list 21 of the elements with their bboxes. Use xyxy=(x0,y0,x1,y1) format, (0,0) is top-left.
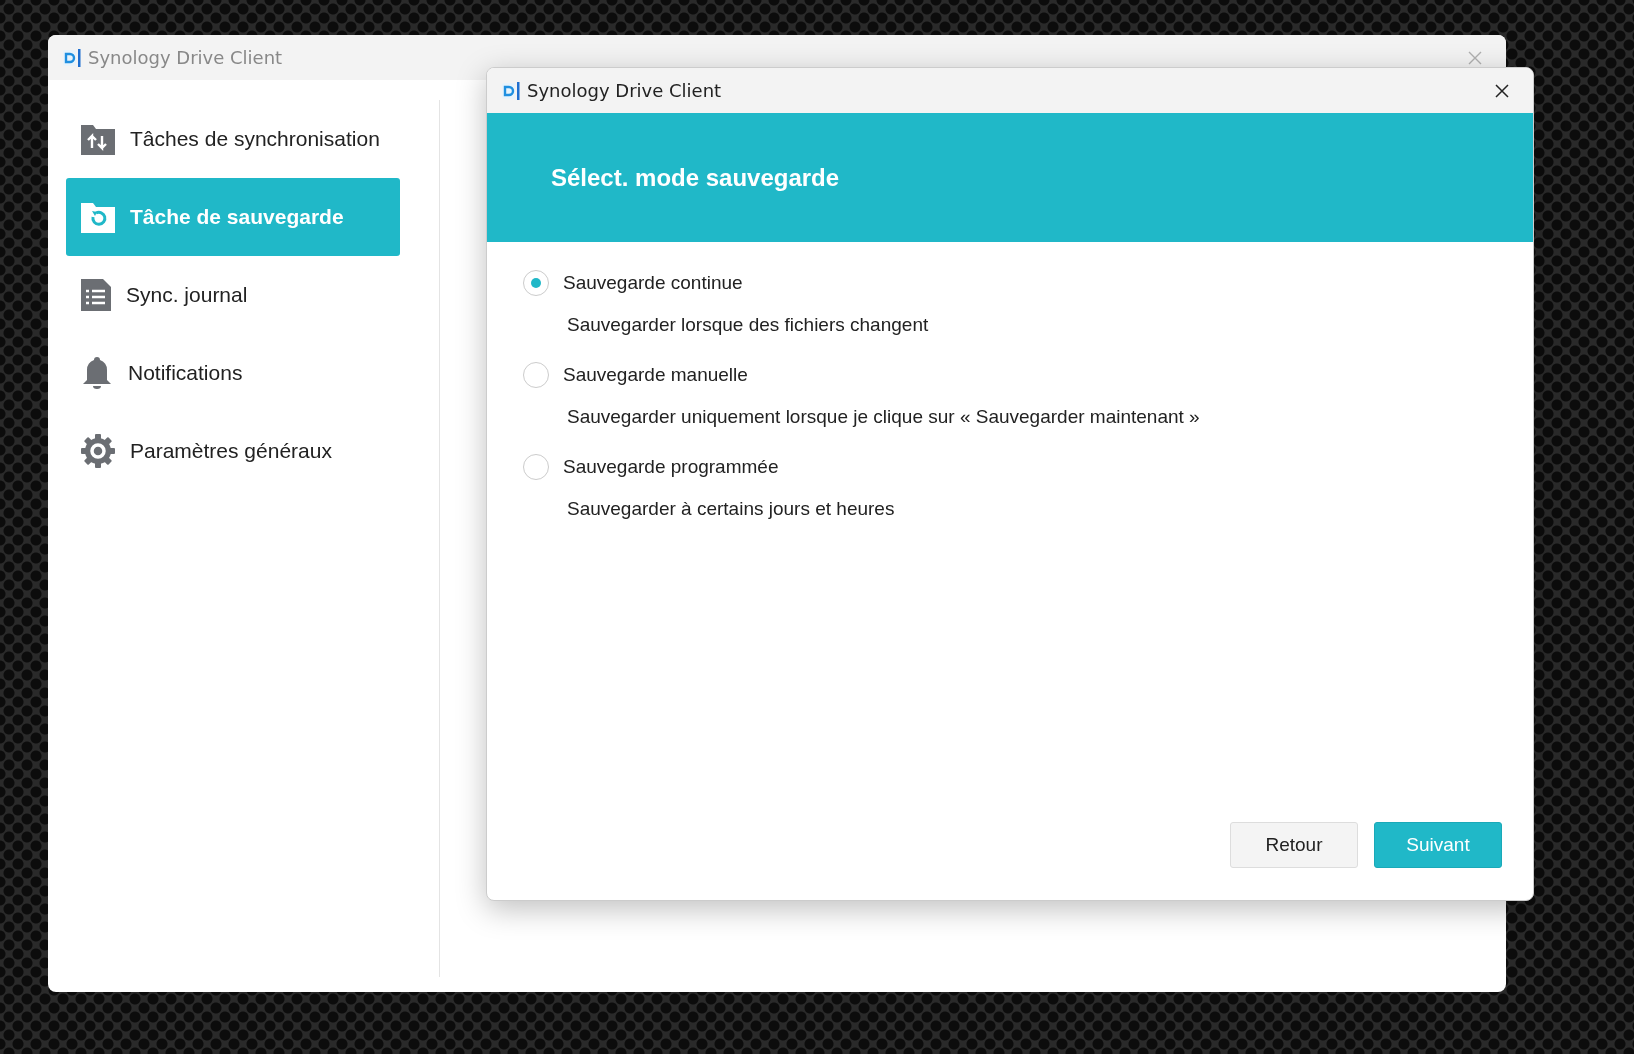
option-label: Sauvegarde manuelle xyxy=(563,364,748,386)
app-logo-icon xyxy=(501,80,521,101)
option-description: Sauvegarder lorsque des fichiers changent xyxy=(566,314,930,336)
sidebar-item[interactable]: Paramètres généraux xyxy=(66,412,400,490)
option-label: Sauvegarde continue xyxy=(563,272,743,294)
close-icon[interactable] xyxy=(1495,83,1509,98)
app-logo-icon xyxy=(62,47,82,68)
option-description: Sauvegarder uniquement lorsque je clique sur « Sauvegarder maintenant » xyxy=(566,406,1201,428)
settings-icon xyxy=(80,433,116,469)
document-list-icon xyxy=(80,278,112,312)
sync-folder-icon xyxy=(80,122,116,156)
backup-folder-icon xyxy=(80,200,116,234)
dialog-title: Synology Drive Client xyxy=(527,80,722,101)
window-title: Synology Drive Client xyxy=(88,47,283,68)
sidebar-item[interactable]: Notifications xyxy=(66,334,400,412)
sidebar-item[interactable]: Sync. journal xyxy=(66,256,400,334)
sidebar-item[interactable]: Tâches de synchronisation xyxy=(66,100,400,178)
option-description: Sauvegarder à certains jours et heures xyxy=(566,498,896,520)
back-button[interactable]: Retour xyxy=(1230,822,1358,868)
dialog-heading: Sélect. mode sauvegarde xyxy=(551,163,840,192)
option-label: Sauvegarde programmée xyxy=(563,456,779,478)
